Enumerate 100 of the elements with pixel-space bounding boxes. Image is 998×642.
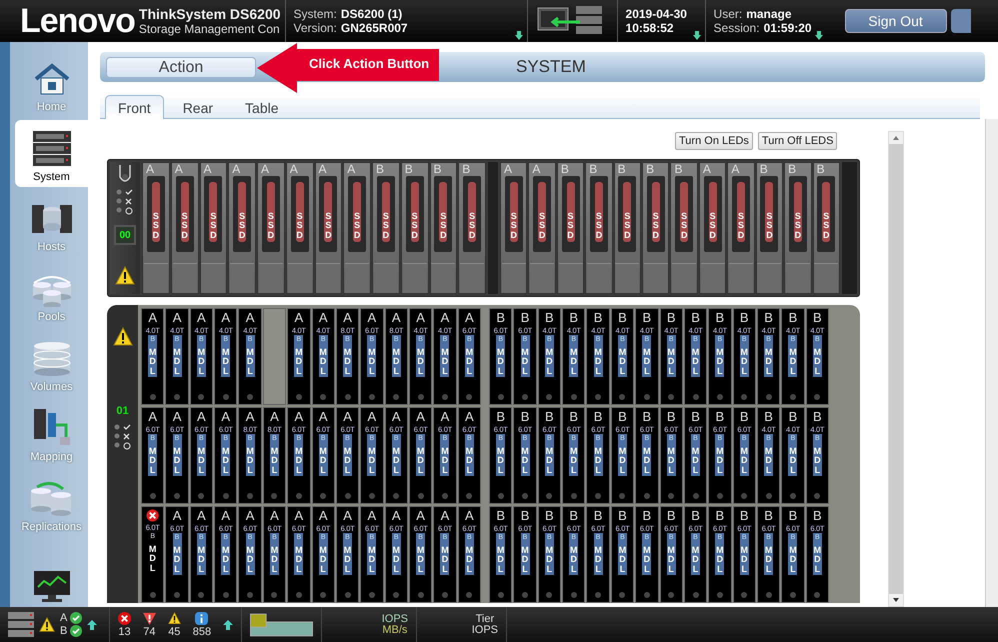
controller-label: A — [246, 509, 254, 523]
drive-type-label: MDL — [594, 546, 603, 574]
drive-led-icon — [522, 592, 528, 598]
drive-type-label: SSD — [439, 212, 448, 240]
drive-type-label: SSD — [538, 212, 546, 240]
controller-label: A — [260, 163, 270, 176]
monitor-icon — [32, 569, 72, 603]
drive-led-icon — [692, 592, 699, 598]
drive-type-label: MDL — [691, 546, 700, 574]
warning-icon — [39, 616, 55, 632]
drive-led-icon — [174, 394, 180, 400]
drive-type-label: MDL — [618, 447, 627, 476]
drive-type-label: MDL — [740, 546, 749, 574]
drive-led-icon — [344, 394, 351, 400]
drive-led-icon — [368, 394, 375, 400]
mapping-icon — [32, 407, 72, 447]
drive-type-label: MDL — [440, 546, 450, 574]
drive-led-icon — [418, 592, 424, 598]
drive-led-icon — [766, 592, 772, 598]
drive-type-label: MDL — [496, 546, 506, 574]
drive-led-icon — [418, 493, 424, 499]
controller-label: A — [343, 410, 352, 424]
drive-type-label: MDL — [392, 447, 401, 476]
tab[interactable]: Rear — [170, 95, 226, 119]
controller-label: B — [588, 163, 598, 176]
drive-type-label: SSD — [468, 212, 476, 240]
drive-type-label: SSD — [152, 212, 160, 240]
drive-led-icon — [222, 592, 229, 598]
controller-label: A — [294, 509, 304, 523]
up-arrow-icon — [87, 620, 98, 630]
drive-type-label: MDL — [788, 546, 798, 574]
drive-type-label: MDL — [343, 546, 352, 574]
drive-led-icon — [150, 493, 156, 499]
drive-led-icon — [247, 493, 254, 499]
drive-led-icon — [498, 394, 504, 400]
controller-label: A — [318, 311, 328, 325]
controller-label: A — [531, 163, 540, 176]
drive-type-label: SSD — [566, 212, 575, 240]
drive-led-icon — [716, 592, 723, 598]
drive-led-icon — [814, 394, 820, 400]
house-icon — [32, 63, 70, 97]
drive-type-label: MDL — [764, 447, 774, 476]
sidebar-item[interactable]: System — [15, 120, 88, 187]
header-button[interactable] — [950, 9, 971, 33]
volumes-icon — [32, 341, 72, 377]
drive-type-label: SSD — [594, 212, 603, 240]
drive-type-label: MDL — [318, 546, 328, 574]
drive-type-label: MDL — [740, 348, 749, 376]
controller-label: A — [343, 311, 352, 325]
controller-label: B — [642, 311, 652, 325]
scrollbar[interactable] — [888, 131, 904, 607]
drive-led-icon — [466, 592, 472, 598]
drive-type-label: MDL — [618, 348, 627, 376]
controller-label: A — [392, 509, 401, 523]
drive-led-icon — [644, 394, 650, 400]
action-button[interactable]: Action — [106, 56, 256, 78]
drive-led-icon — [716, 394, 723, 400]
controller-label: B — [691, 509, 700, 523]
controller-label: B — [432, 163, 442, 176]
drive-type-label: MDL — [569, 348, 578, 376]
critical-icon — [118, 612, 131, 624]
product-name: ThinkSystem DS6200 — [138, 6, 281, 22]
controller-label: A — [197, 410, 206, 424]
drive-type-label: MDL — [496, 348, 506, 376]
controller-name: B — [60, 625, 68, 637]
drive-type-label: MDL — [642, 348, 652, 376]
drive-type-label: MDL — [294, 447, 304, 476]
drive-type-label: MDL — [392, 546, 401, 574]
controller-label: B — [520, 410, 530, 424]
drive-latch — [374, 263, 398, 293]
drive-led-icon — [442, 394, 448, 400]
controller-label: A — [202, 163, 212, 176]
controller-label: A — [318, 410, 328, 424]
controller-label: A — [270, 410, 279, 424]
controller-label: B — [375, 163, 384, 176]
drive-led-icon — [174, 493, 180, 499]
drive-led-icon — [814, 493, 820, 499]
drive-latch — [345, 263, 370, 293]
drive-latch — [201, 263, 226, 293]
drive-type-label: MDL — [416, 447, 426, 476]
led-button[interactable]: Turn Off LEDS — [758, 132, 838, 150]
tab[interactable]: Table — [232, 95, 292, 119]
sign-out-button[interactable]: Sign Out — [844, 9, 947, 33]
drive-led-icon — [522, 394, 528, 400]
drive-led-icon — [247, 592, 254, 598]
drive-type-label: MDL — [812, 348, 822, 376]
drive-type-label: MDL — [318, 447, 328, 476]
drive-type-label: MDL — [367, 447, 376, 476]
tab[interactable]: Front — [105, 95, 164, 119]
drive-led-icon — [344, 493, 351, 499]
drive-latch — [530, 263, 554, 293]
controller-label: A — [368, 509, 376, 523]
drive-latch — [172, 263, 197, 293]
led-button[interactable]: Turn On LEDs — [675, 132, 753, 150]
drive-type-label: MDL — [172, 348, 182, 376]
controller-label: A — [172, 410, 182, 424]
drive-led-icon — [198, 592, 204, 598]
drive-led-icon — [393, 592, 400, 598]
drive-led-icon — [442, 592, 448, 598]
drive-type-label: MDL — [764, 348, 774, 376]
